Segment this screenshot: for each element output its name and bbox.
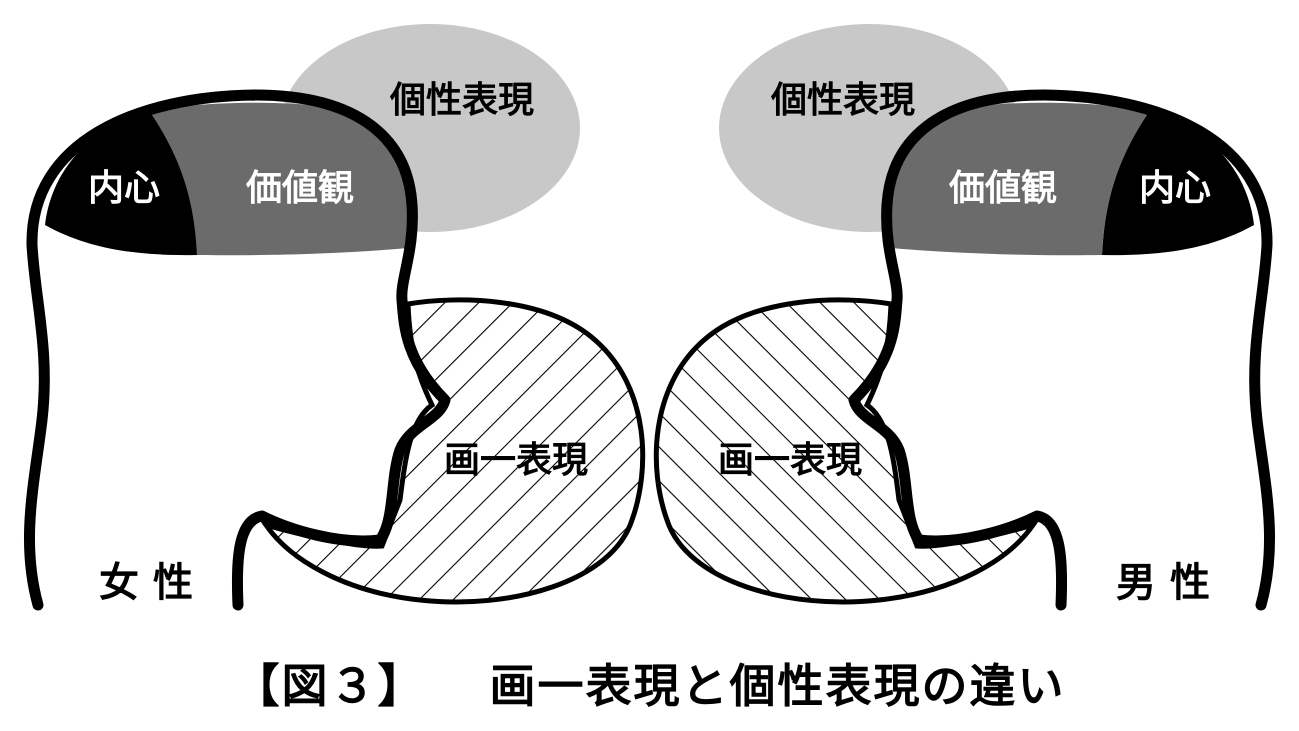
right-label-individual: 個性表現	[770, 80, 915, 121]
left-label-values: 価値観	[245, 168, 354, 209]
diagram-figure: 個性表現 価値観 内心 画一表現 女 性 個性表現 価値観 内心 画一表現 男 …	[23, 24, 1276, 611]
left-label-gender: 女 性	[99, 560, 193, 606]
figure-caption: 【図３】 画一表現と個性表現の違い	[0, 648, 1299, 718]
left-label-uniform: 画一表現	[444, 440, 588, 481]
left-label-inner: 内心	[88, 168, 160, 209]
right-figure	[653, 24, 1276, 611]
left-label-individual: 個性表現	[389, 80, 534, 121]
left-figure	[23, 24, 646, 611]
right-label-uniform: 画一表現	[718, 440, 862, 481]
right-label-gender: 男 性	[1116, 560, 1210, 606]
figure-number: 【図３】	[233, 659, 426, 713]
right-label-inner: 内心	[1139, 168, 1211, 209]
figure-title: 画一表現と個性表現の違い	[489, 659, 1066, 713]
right-label-values: 価値観	[948, 168, 1057, 209]
